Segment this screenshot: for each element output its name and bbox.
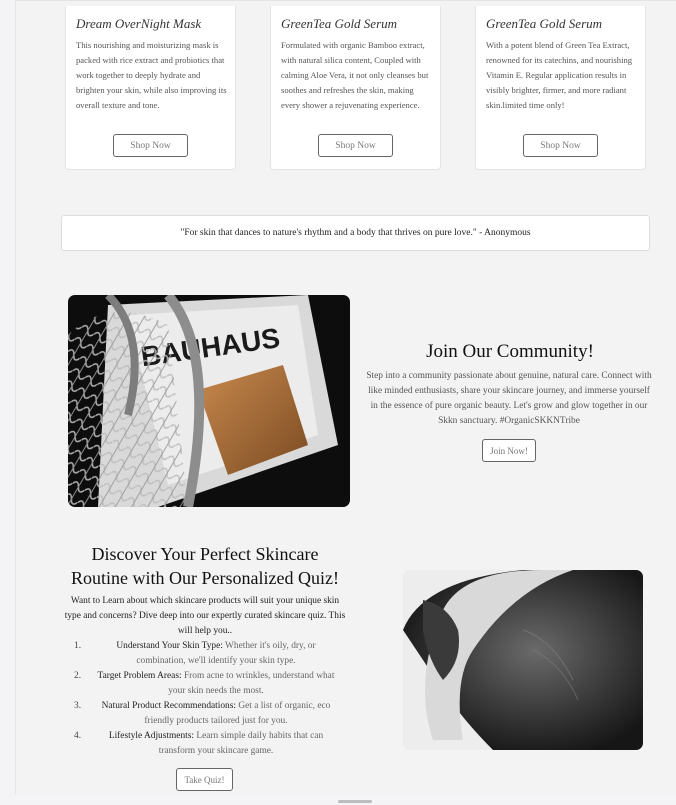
list-label: Target Problem Areas: [97, 671, 182, 681]
body-skin-illustration [403, 570, 643, 750]
product-title: GreenTea Gold Serum [486, 16, 603, 31]
quiz-benefit-list: 1. Understand Your Skin Type: Whether it'… [70, 639, 340, 759]
list-number: 2. [74, 671, 82, 681]
community-photo: BAUHAUS [68, 295, 350, 507]
list-item: 2. Target Problem Areas: From acne to wri… [70, 669, 340, 699]
product-card: Dream OverNight Mask This nourishing and… [65, 6, 236, 170]
quiz-title-line-1: Discover Your Perfect Skincare [91, 544, 319, 564]
community-text: Step into a community passionate about g… [366, 371, 652, 426]
list-item: 3. Natural Product Recommendations: Get a… [70, 699, 340, 729]
testimonial-quote: "For skin that dances to nature's rhythm… [61, 215, 650, 251]
shop-now-button[interactable]: Shop Now [523, 134, 598, 157]
quiz-photo [403, 570, 643, 750]
list-number: 3. [74, 701, 82, 711]
list-text: From acne to wrinkles, understand what y… [168, 671, 335, 696]
list-number: 4. [74, 731, 82, 741]
list-label: Natural Product Recommendations: [101, 701, 237, 711]
product-description: This nourishing and moisturizing mask is… [76, 40, 227, 110]
shop-now-button[interactable]: Shop Now [318, 134, 393, 157]
list-label: Lifestyle Adjustments: [108, 731, 194, 741]
community-title: Join Our Community! [426, 341, 594, 362]
shop-now-button[interactable]: Shop Now [113, 134, 188, 157]
product-title: Dream OverNight Mask [76, 16, 202, 31]
list-number: 1. [74, 641, 82, 651]
product-title: GreenTea Gold Serum [281, 16, 398, 31]
list-item: 1. Understand Your Skin Type: Whether it'… [70, 639, 340, 669]
take-quiz-button[interactable]: Take Quiz! [176, 768, 233, 791]
scroll-indicator[interactable] [338, 800, 372, 803]
product-card: GreenTea Gold Serum With a potent blend … [475, 6, 646, 170]
quiz-intro: Want to Learn about which skincare produ… [64, 596, 346, 636]
list-item: 4. Lifestyle Adjustments: Learn simple da… [70, 729, 340, 759]
product-description: With a potent blend of Green Tea Extract… [486, 40, 633, 110]
mesh-bag-illustration: BAUHAUS [68, 295, 338, 507]
quiz-title-line-2: Routine with Our Personalized Quiz! [71, 568, 339, 588]
list-label: Understand Your Skin Type: [116, 641, 223, 651]
product-card: GreenTea Gold Serum Formulated with orga… [270, 6, 441, 170]
join-now-button[interactable]: Join Now! [482, 439, 536, 462]
product-description: Formulated with organic Bamboo extract, … [281, 40, 429, 110]
